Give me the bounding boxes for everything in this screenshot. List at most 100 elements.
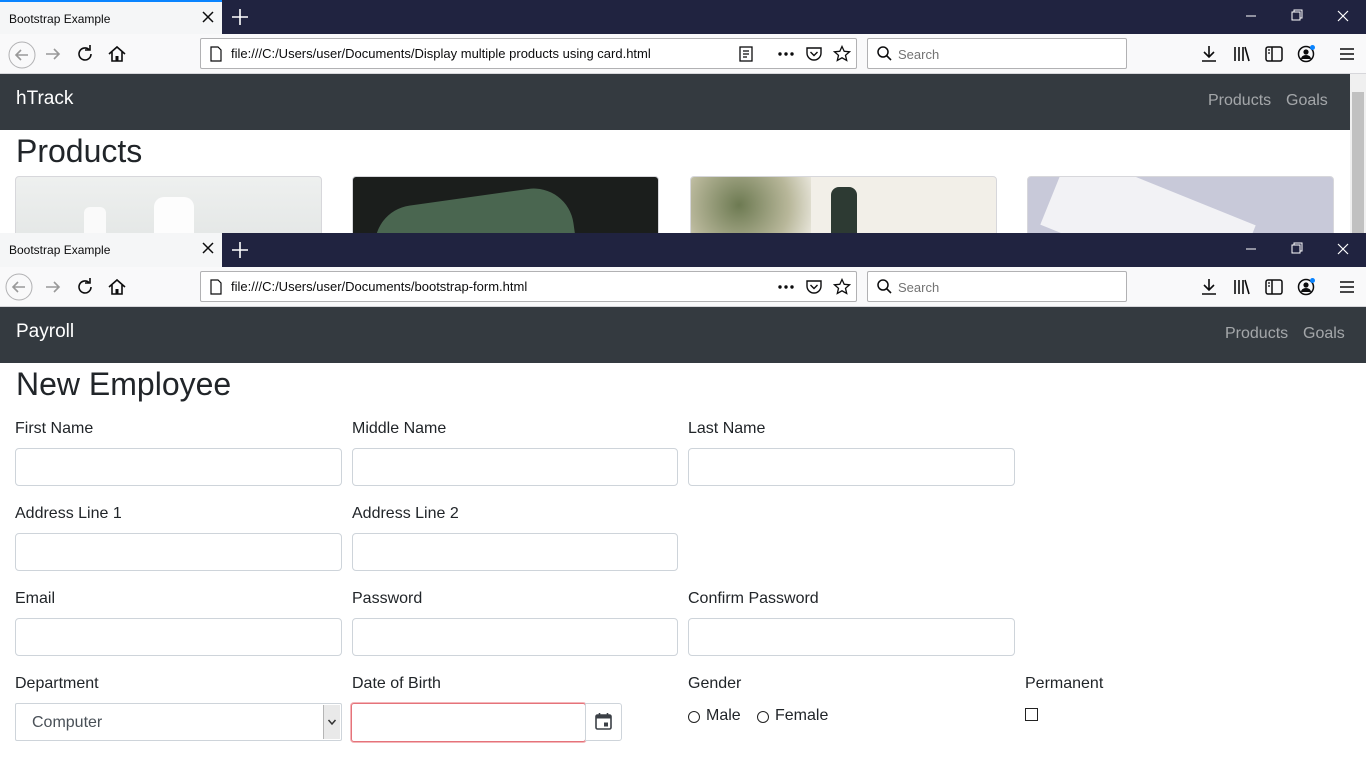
scrollbar-thumb[interactable]: [1352, 92, 1364, 233]
address-line-2-label: Address Line 2: [352, 505, 459, 522]
nav-link-goals[interactable]: Goals: [1303, 325, 1345, 343]
email-field[interactable]: [15, 618, 342, 656]
search-input[interactable]: [898, 44, 1118, 64]
bookmark-star-icon[interactable]: [833, 278, 851, 296]
pocket-icon[interactable]: [805, 45, 823, 63]
search-bar[interactable]: [867, 271, 1127, 302]
product-image: [154, 197, 194, 233]
more-icon[interactable]: [777, 278, 795, 296]
gender-male-label: Male: [706, 707, 741, 724]
email-label: Email: [15, 590, 56, 607]
page-title: Products: [16, 133, 143, 169]
gender-male-radio[interactable]: [688, 711, 700, 723]
reader-view-icon[interactable]: [737, 45, 755, 63]
home-icon[interactable]: [106, 276, 128, 298]
restore-icon[interactable]: [1274, 0, 1320, 34]
library-icon[interactable]: [1232, 44, 1252, 64]
password-field[interactable]: [352, 618, 678, 656]
nav-toolbar: file:///C:/Users/user/Documents/bootstra…: [0, 267, 1366, 307]
bookmark-star-icon[interactable]: [833, 45, 851, 63]
product-card[interactable]: [1027, 176, 1334, 233]
tab-title: Bootstrap Example: [9, 243, 111, 257]
reload-icon[interactable]: [74, 276, 96, 298]
middle-name-input[interactable]: [352, 448, 678, 486]
back-icon[interactable]: [5, 273, 33, 301]
last-name-input[interactable]: [688, 448, 1015, 486]
pocket-icon[interactable]: [805, 278, 823, 296]
scrollbar[interactable]: [1350, 74, 1366, 233]
account-icon[interactable]: [1296, 277, 1316, 297]
date-of-birth-input[interactable]: [351, 703, 586, 742]
nav-link-goals[interactable]: Goals: [1286, 92, 1328, 110]
product-image: [84, 207, 106, 233]
product-card[interactable]: [15, 176, 322, 233]
browser-window-form: Bootstrap Example file:///C:/Users/user/…: [0, 233, 1366, 768]
tab-strip: Bootstrap Example: [0, 233, 1366, 267]
dropdown-button[interactable]: [323, 705, 340, 739]
library-icon[interactable]: [1232, 277, 1252, 297]
navbar-brand[interactable]: hTrack: [16, 88, 73, 110]
confirm-password-field[interactable]: [688, 618, 1015, 656]
url-bar[interactable]: file:///C:/Users/user/Documents/Display …: [200, 38, 857, 69]
minimize-icon[interactable]: [1228, 0, 1274, 34]
page-title: New Employee: [16, 366, 232, 402]
download-icon[interactable]: [1199, 277, 1219, 297]
calendar-icon: [595, 713, 612, 730]
close-icon[interactable]: [199, 239, 217, 257]
plus-icon[interactable]: [229, 6, 251, 28]
password-label: Password: [352, 590, 423, 607]
restore-icon[interactable]: [1274, 233, 1320, 267]
product-image: [831, 187, 857, 233]
address-line-2-input[interactable]: [352, 533, 678, 571]
permanent-checkbox[interactable]: [1025, 708, 1038, 721]
product-card[interactable]: [690, 176, 997, 233]
back-icon[interactable]: [8, 41, 36, 69]
address-line-1-input[interactable]: [15, 533, 342, 571]
browser-window-products: Bootstrap Example file:///C:/Users/user/…: [0, 0, 1366, 233]
navbar-brand[interactable]: Payroll: [16, 321, 74, 343]
confirm-password-label: Confirm Password: [688, 590, 819, 607]
gender-female-label: Female: [775, 707, 829, 724]
gender-female-radio[interactable]: [757, 711, 769, 723]
nav-link-products[interactable]: Products: [1225, 325, 1288, 343]
url-bar[interactable]: file:///C:/Users/user/Documents/bootstra…: [200, 271, 857, 302]
chevron-down-icon: [327, 719, 337, 726]
page-icon: [210, 279, 222, 295]
menu-icon[interactable]: [1337, 277, 1357, 297]
first-name-label: First Name: [15, 420, 94, 437]
minimize-icon[interactable]: [1228, 233, 1274, 267]
more-icon[interactable]: [777, 45, 795, 63]
tab-active[interactable]: Bootstrap Example: [0, 233, 222, 267]
url-text: file:///C:/Users/user/Documents/Display …: [231, 46, 651, 61]
sidebar-icon[interactable]: [1264, 277, 1284, 297]
search-bar[interactable]: [867, 38, 1127, 69]
last-name-label: Last Name: [688, 420, 766, 437]
sidebar-icon[interactable]: [1264, 44, 1284, 64]
dob-label: Date of Birth: [352, 675, 441, 692]
reload-icon[interactable]: [74, 43, 96, 65]
forward-icon[interactable]: [42, 276, 64, 298]
permanent-label: Permanent: [1025, 675, 1104, 692]
close-icon[interactable]: [1320, 0, 1366, 34]
first-name-input[interactable]: [15, 448, 342, 486]
close-icon[interactable]: [1320, 233, 1366, 267]
tab-strip: Bootstrap Example: [0, 0, 1366, 34]
site-navbar: hTrack Products Goals: [0, 74, 1350, 130]
site-navbar: Payroll Products Goals: [0, 307, 1366, 363]
product-image: [369, 183, 577, 233]
department-select[interactable]: Computer: [15, 703, 342, 741]
tab-active[interactable]: Bootstrap Example: [0, 0, 222, 34]
account-icon[interactable]: [1296, 44, 1316, 64]
download-icon[interactable]: [1199, 44, 1219, 64]
middle-name-label: Middle Name: [352, 420, 447, 437]
forward-icon[interactable]: [42, 43, 64, 65]
plus-icon[interactable]: [229, 239, 251, 261]
close-icon[interactable]: [199, 8, 217, 26]
department-label: Department: [15, 675, 99, 692]
product-card[interactable]: [352, 176, 659, 233]
menu-icon[interactable]: [1337, 44, 1357, 64]
calendar-button[interactable]: [585, 703, 622, 741]
home-icon[interactable]: [106, 43, 128, 65]
nav-link-products[interactable]: Products: [1208, 92, 1271, 110]
search-input[interactable]: [898, 277, 1118, 297]
